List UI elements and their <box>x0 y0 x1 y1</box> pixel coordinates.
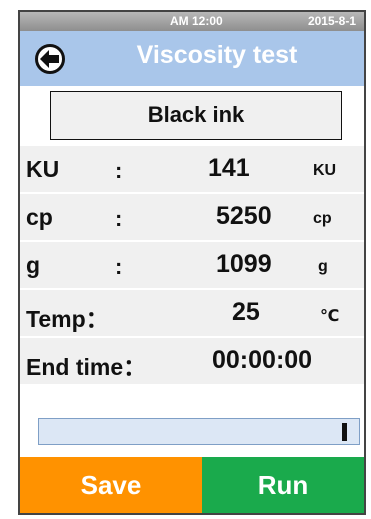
sample-name-box[interactable]: Black ink <box>50 91 342 140</box>
reading-unit: ℃ <box>320 308 340 325</box>
reading-value: 5250 <box>216 202 272 230</box>
reading-colon: : <box>115 158 123 183</box>
reading-value: 141 <box>208 154 250 182</box>
reading-label: KU <box>26 156 60 182</box>
reading-row-cp: cp : 5250 cp <box>20 194 364 242</box>
reading-unit: KU <box>313 162 337 179</box>
reading-row-temp: Temp： 25 ℃ <box>20 290 364 338</box>
reading-label: g <box>26 252 41 278</box>
reading-label: cp <box>26 204 53 230</box>
reading-unit: cp <box>313 210 332 227</box>
arrow-left-icon <box>40 50 59 68</box>
reading-row-end-time: End time： 00:00:00 <box>20 338 364 386</box>
sample-name: Black ink <box>147 102 245 127</box>
status-date: 2015-8-1 <box>307 14 356 28</box>
run-button[interactable]: Run <box>202 457 364 513</box>
reading-value: 00:00:00 <box>212 346 313 374</box>
reading-value: 1099 <box>216 250 272 278</box>
back-button[interactable] <box>35 44 65 74</box>
reading-colon: : <box>115 254 123 279</box>
progress-bar <box>38 418 360 445</box>
status-bar: AM 12:00 2015-8-1 <box>20 12 364 31</box>
reading-colon: : <box>115 206 123 231</box>
status-time: AM 12:00 <box>170 14 223 28</box>
reading-label: Temp： <box>26 306 109 332</box>
title-bar: Viscosity test <box>20 31 364 87</box>
reading-label: End time： <box>26 354 147 380</box>
save-button[interactable]: Save <box>20 457 202 513</box>
reading-row-g: g : 1099 g <box>20 242 364 290</box>
device-screen: AM 12:00 2015-8-1 Viscosity test Black i… <box>18 10 366 515</box>
reading-unit: g <box>318 258 328 275</box>
reading-value: 25 <box>232 298 260 326</box>
page-title: Viscosity test <box>136 41 298 69</box>
reading-row-ku: KU : 141 KU <box>20 146 364 194</box>
progress-cursor <box>342 423 347 441</box>
